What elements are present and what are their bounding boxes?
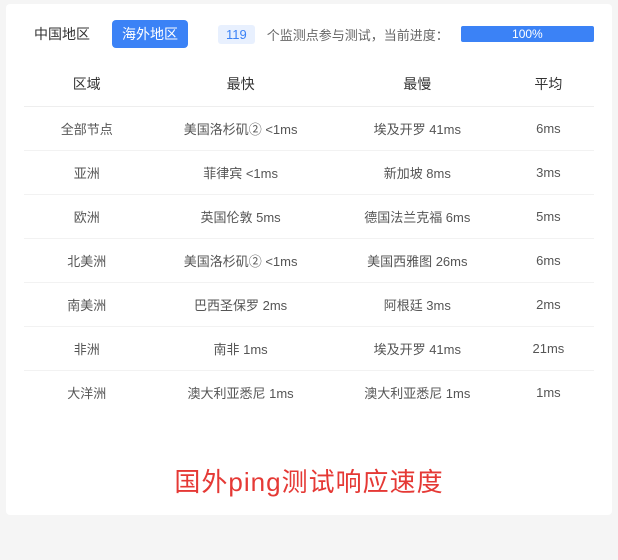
cell-fastest: 美国洛杉矶② <1ms — [149, 239, 331, 283]
cell-fastest: 澳大利亚悉尼 1ms — [149, 371, 331, 415]
cell-average: 21ms — [503, 327, 594, 371]
table-row: 非洲南非 1ms埃及开罗 41ms21ms — [24, 327, 594, 371]
table-row: 北美洲美国洛杉矶② <1ms美国西雅图 26ms6ms — [24, 239, 594, 283]
table-row: 全部节点美国洛杉矶② <1ms埃及开罗 41ms6ms — [24, 107, 594, 151]
cell-region: 南美洲 — [24, 283, 149, 327]
cell-region: 欧洲 — [24, 195, 149, 239]
cell-average: 3ms — [503, 151, 594, 195]
cell-slowest: 埃及开罗 41ms — [332, 107, 503, 151]
progress-bar-track: 100% — [461, 26, 594, 42]
header-region: 区域 — [24, 62, 149, 107]
table-row: 大洋洲澳大利亚悉尼 1ms澳大利亚悉尼 1ms1ms — [24, 371, 594, 415]
ping-results-table: 区域 最快 最慢 平均 全部节点美国洛杉矶② <1ms埃及开罗 41ms6ms亚… — [24, 62, 594, 414]
cell-fastest: 菲律宾 <1ms — [149, 151, 331, 195]
table-header-row: 区域 最快 最慢 平均 — [24, 62, 594, 107]
cell-average: 6ms — [503, 239, 594, 283]
status-text: 个监测点参与测试，当前进度： — [267, 25, 449, 44]
cell-slowest: 阿根廷 3ms — [332, 283, 503, 327]
cell-slowest: 德国法兰克福 6ms — [332, 195, 503, 239]
cell-fastest: 巴西圣保罗 2ms — [149, 283, 331, 327]
cell-average: 5ms — [503, 195, 594, 239]
cell-slowest: 新加坡 8ms — [332, 151, 503, 195]
ping-results-card: 中国地区 海外地区 119 个监测点参与测试，当前进度： 100% 区域 最快 … — [6, 4, 612, 515]
cell-fastest: 英国伦敦 5ms — [149, 195, 331, 239]
cell-average: 1ms — [503, 371, 594, 415]
cell-region: 非洲 — [24, 327, 149, 371]
cell-region: 亚洲 — [24, 151, 149, 195]
cell-region: 全部节点 — [24, 107, 149, 151]
caption-text: 国外ping测试响应速度 — [24, 462, 594, 499]
cell-slowest: 澳大利亚悉尼 1ms — [332, 371, 503, 415]
header-average: 平均 — [503, 62, 594, 107]
cell-region: 北美洲 — [24, 239, 149, 283]
progress-label: 100% — [512, 27, 543, 41]
table-row: 亚洲菲律宾 <1ms新加坡 8ms3ms — [24, 151, 594, 195]
cell-average: 2ms — [503, 283, 594, 327]
tab-overseas[interactable]: 海外地区 — [112, 20, 188, 48]
cell-fastest: 美国洛杉矶② <1ms — [149, 107, 331, 151]
cell-average: 6ms — [503, 107, 594, 151]
progress-bar-fill: 100% — [461, 26, 594, 42]
header-slowest: 最慢 — [332, 62, 503, 107]
cell-fastest: 南非 1ms — [149, 327, 331, 371]
cell-region: 大洋洲 — [24, 371, 149, 415]
header-fastest: 最快 — [149, 62, 331, 107]
monitor-count-badge: 119 — [218, 25, 255, 44]
cell-slowest: 美国西雅图 26ms — [332, 239, 503, 283]
table-row: 欧洲英国伦敦 5ms德国法兰克福 6ms5ms — [24, 195, 594, 239]
tabs-row: 中国地区 海外地区 119 个监测点参与测试，当前进度： 100% — [24, 20, 594, 48]
cell-slowest: 埃及开罗 41ms — [332, 327, 503, 371]
tab-china[interactable]: 中国地区 — [24, 20, 100, 48]
table-row: 南美洲巴西圣保罗 2ms阿根廷 3ms2ms — [24, 283, 594, 327]
